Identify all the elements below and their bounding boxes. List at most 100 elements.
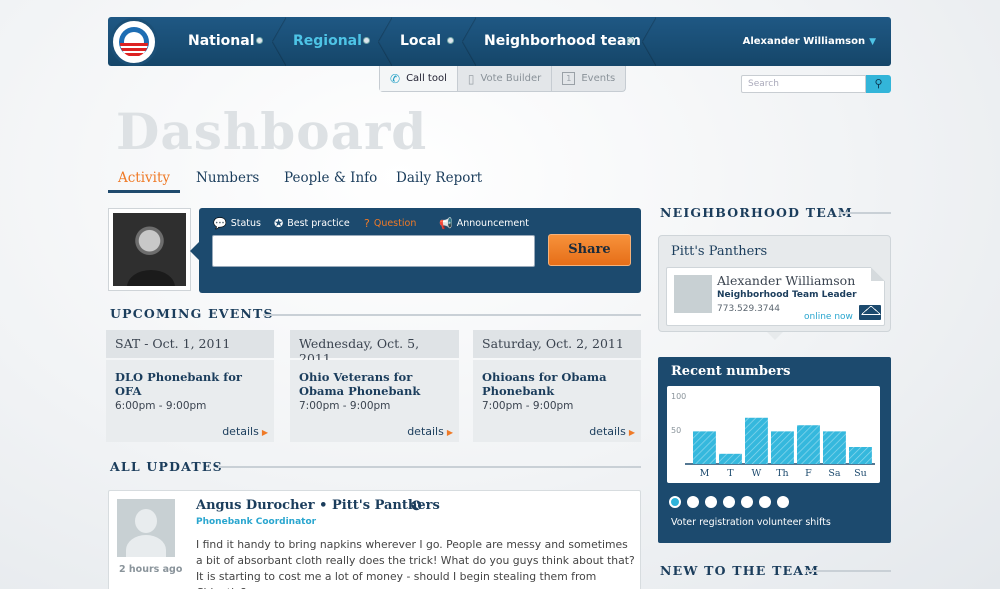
ribbon-icon: ✪	[274, 217, 284, 230]
post-type-status[interactable]: 💬 Status	[213, 217, 261, 230]
pager-dot[interactable]	[759, 496, 771, 508]
member-name[interactable]: Alexander Williamson	[717, 273, 855, 288]
chart-bar	[693, 431, 716, 464]
author-avatar	[117, 499, 175, 557]
online-status: online now	[804, 312, 853, 322]
post-type-question[interactable]: ? Question	[364, 217, 416, 230]
chart-bar	[849, 447, 872, 464]
event-card: Wednesday, Oct. 5, 2011 Ohio Veterans fo…	[290, 330, 459, 442]
event-title[interactable]: Ohioans for Obama Phonebank	[482, 370, 632, 398]
x-tick-label: M	[700, 468, 710, 479]
author-role: Phonebank Coordinator	[196, 517, 317, 527]
x-tick-label: Su	[854, 468, 867, 479]
vote-builder-tab[interactable]: ▯ Vote Builder	[458, 66, 553, 91]
search-button[interactable]: ⚲	[866, 75, 891, 93]
events-label: Events	[581, 73, 616, 84]
post-type-label: Best practice	[287, 218, 350, 229]
pager-dot[interactable]	[741, 496, 753, 508]
member-title: Neighborhood Team Leader	[717, 290, 857, 300]
avatar	[108, 208, 191, 291]
chart-bar	[823, 431, 846, 464]
event-time: 6:00pm - 9:00pm	[115, 400, 207, 412]
pager-dot[interactable]	[669, 496, 681, 508]
nav-separator	[462, 17, 476, 66]
event-card: SAT - Oct. 1, 2011 DLO Phonebank for OFA…	[106, 330, 274, 442]
pager-dot[interactable]	[705, 496, 717, 508]
user-photo	[113, 213, 186, 286]
nav-dot-icon	[627, 37, 634, 44]
member-phone: 773.529.3744	[717, 304, 780, 314]
pager-dot[interactable]	[777, 496, 789, 508]
question-icon: ?	[364, 217, 370, 230]
user-menu[interactable]: Alexander Williamson ▼	[743, 17, 876, 66]
y-tick-label: 50	[671, 426, 681, 435]
post-type-label: Announcement	[456, 218, 530, 229]
share-button[interactable]: Share	[548, 234, 631, 266]
nav-separator	[642, 17, 656, 66]
event-time: 7:00pm - 9:00pm	[299, 400, 391, 412]
event-title[interactable]: DLO Phonebank for OFA	[115, 370, 265, 398]
post-type-best-practice[interactable]: ✪ Best practice	[274, 217, 350, 230]
vote-builder-label: Vote Builder	[480, 73, 542, 84]
nav-separator	[272, 17, 286, 66]
tab-activity[interactable]: Activity	[118, 170, 170, 186]
all-updates-heading: ALL UPDATES	[110, 459, 223, 474]
nav-dot-icon	[256, 37, 263, 44]
status-composer: 💬 Status ✪ Best practice ? Question 📢 Announ…	[190, 208, 641, 293]
event-time: 7:00pm - 9:00pm	[482, 400, 574, 412]
search-icon: ⚲	[874, 77, 883, 90]
post-type-label: Question	[373, 218, 417, 229]
tab-daily-report[interactable]: Daily Report	[396, 170, 482, 186]
logo[interactable]	[110, 18, 158, 66]
pager-dot[interactable]	[723, 496, 735, 508]
nav-local[interactable]: Local	[400, 17, 441, 66]
chart-pager	[669, 496, 789, 508]
nav-regional[interactable]: Regional	[293, 17, 362, 66]
nav-national[interactable]: National	[188, 17, 255, 66]
calendar-icon: 1	[562, 72, 576, 85]
team-card: Pitt's Panthers Alexander Williamson Nei…	[658, 235, 891, 340]
neighborhood-team-heading: NEIGHBORHOOD TEAM	[660, 205, 853, 220]
member-card: Alexander Williamson Neighborhood Team L…	[666, 267, 885, 326]
chart-bar	[719, 453, 742, 464]
tool-tabs: ✆ Call tool ▯ Vote Builder 1 Events	[379, 66, 627, 92]
event-card: Saturday, Oct. 2, 2011 Ohioans for Obama…	[473, 330, 641, 442]
member-avatar	[674, 275, 712, 313]
x-tick-label: T	[727, 468, 734, 479]
divider	[263, 314, 641, 316]
pager-dot[interactable]	[687, 496, 699, 508]
search-input[interactable]: Search	[741, 75, 866, 93]
new-to-team-heading: NEW TO THE TEAM	[660, 563, 820, 578]
event-date: SAT - Oct. 1, 2011	[106, 330, 274, 358]
event-details-link[interactable]: details ▶	[407, 425, 453, 438]
event-details-link[interactable]: details ▶	[589, 425, 635, 438]
tab-numbers[interactable]: Numbers	[196, 170, 259, 186]
upcoming-events-heading: UPCOMING EVENTS	[110, 306, 274, 321]
tab-people-info[interactable]: People & Info	[284, 170, 377, 186]
event-title[interactable]: Ohio Veterans for Obama Phonebank	[299, 370, 450, 398]
x-tick-label: Sa	[828, 468, 841, 479]
events-tab[interactable]: 1 Events	[552, 66, 625, 91]
team-name[interactable]: Pitt's Panthers	[671, 244, 767, 259]
clipboard-icon: ▯	[467, 71, 475, 86]
x-tick-label: Th	[776, 468, 788, 479]
nav-separator	[378, 17, 392, 66]
divider	[218, 466, 641, 468]
call-tool-label: Call tool	[406, 73, 447, 84]
author-name[interactable]: Angus Durocher • Pitt's Panthers	[196, 498, 440, 513]
update-card: 2 hours ago Angus Durocher • Pitt's Pant…	[108, 490, 641, 589]
call-tool-tab[interactable]: ✆ Call tool	[380, 66, 458, 91]
speech-bubble-icon: 💬	[213, 217, 227, 230]
caret-down-icon: ▼	[869, 37, 876, 47]
status-textarea[interactable]	[212, 235, 535, 267]
arrow-right-icon: ▶	[628, 428, 635, 437]
user-name: Alexander Williamson	[742, 36, 866, 47]
post-type-announcement[interactable]: 📢 Announcement	[439, 217, 529, 230]
event-details-link[interactable]: details ▶	[222, 425, 268, 438]
post-time: 2 hours ago	[119, 564, 183, 575]
divider	[840, 212, 891, 214]
chart-bar	[745, 417, 768, 464]
mail-icon[interactable]	[859, 305, 881, 320]
bar-chart: 50 100 M T W Th F Sa Su	[667, 386, 880, 483]
nav-neighborhood-team[interactable]: Neighborhood team	[484, 17, 641, 66]
